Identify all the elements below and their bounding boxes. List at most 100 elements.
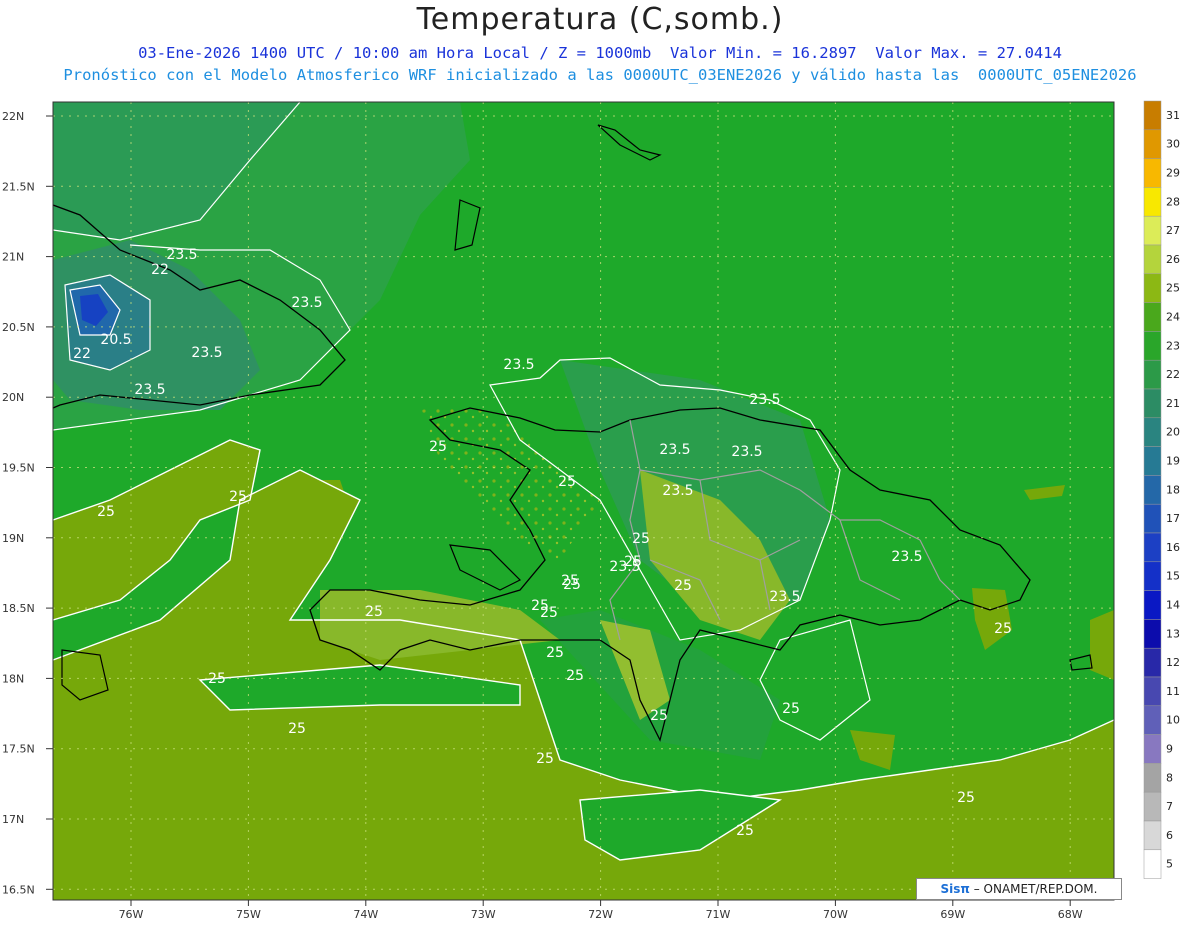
lon-label: 68W — [1058, 908, 1083, 921]
colorbar-swatch — [1143, 446, 1162, 476]
contour-label: 25 — [674, 578, 692, 594]
lat-label: 20N — [2, 391, 24, 404]
contour-label: 23.5 — [191, 345, 222, 361]
field-25c-patch-3 — [1090, 610, 1114, 680]
colorbar-swatch — [1143, 590, 1162, 620]
contour-label: 25 — [288, 721, 306, 737]
lat-label: 20.5N — [2, 321, 35, 334]
lon-label: 70W — [823, 908, 848, 921]
contour-label: 22 — [73, 346, 91, 362]
colorbar-swatch — [1143, 820, 1162, 851]
contour-label: 25 — [365, 604, 383, 620]
contour-label: 23.5 — [134, 382, 165, 398]
contour-label: 25 — [558, 474, 576, 490]
contour-label: 25 — [561, 573, 579, 589]
colorbar-swatch — [1143, 734, 1162, 764]
footer-brand: Sisπ — [940, 882, 970, 896]
contour-label: 23.5 — [891, 549, 922, 565]
temperature-map: 23.52223.520.522 23.523.523.523.525 23.5 23… — [2, 100, 1180, 921]
lat-label: 17N — [2, 813, 24, 826]
lat-label: 19.5N — [2, 462, 35, 475]
latitude-labels: 22N 21.5N 21N 20.5N 20N 19.5N 19N 18.5N 18N 17.5N… — [2, 110, 53, 896]
lon-label: 69W — [940, 908, 965, 921]
colorbar-label: 25 — [1166, 282, 1180, 295]
colorbar-swatch — [1143, 503, 1162, 534]
colorbar-label: 28 — [1166, 195, 1180, 208]
contour-label: 23.5 — [659, 442, 690, 458]
contour-label: 25 — [736, 823, 754, 839]
colorbar-swatch — [1143, 705, 1162, 735]
contour-label: 25 — [566, 668, 584, 684]
lat-label: 18.5N — [2, 602, 35, 615]
lat-label: 21.5N — [2, 180, 35, 193]
contour-label: 25 — [536, 751, 554, 767]
contour-label: 23.5 — [166, 247, 197, 263]
lon-label: 73W — [471, 908, 496, 921]
colorbar-label: 5 — [1166, 858, 1173, 871]
contour-label: 23.5 — [291, 295, 322, 311]
colorbar-label: 9 — [1166, 742, 1173, 755]
colorbar-swatch — [1143, 273, 1162, 303]
colorbar-label: 6 — [1166, 829, 1173, 842]
colorbar-label: 13 — [1166, 627, 1180, 640]
lon-label: 75W — [236, 908, 261, 921]
colorbar-swatch — [1143, 619, 1162, 649]
colorbar-swatch — [1143, 359, 1162, 390]
contour-label: 20.5 — [100, 332, 131, 348]
colorbar-swatch — [1143, 561, 1162, 591]
contour-label: 25 — [546, 645, 564, 661]
lat-label: 16.5N — [2, 883, 35, 896]
longitude-labels: 76W 75W 74W 73W 72W 71W 70W 69W 68W — [119, 900, 1083, 921]
contour-label: 25 — [957, 790, 975, 806]
colorbar-swatch — [1143, 187, 1162, 217]
colorbar-label: 10 — [1166, 714, 1180, 727]
colorbar-swatch — [1143, 215, 1162, 246]
colorbar-swatch — [1143, 763, 1162, 793]
colorbar-swatch — [1143, 331, 1162, 361]
lon-label: 76W — [119, 908, 144, 921]
colorbar-label: 27 — [1166, 224, 1180, 237]
lat-label: 22N — [2, 110, 24, 123]
contour-label: 25 — [782, 701, 800, 717]
colorbar-swatch — [1143, 302, 1162, 332]
colorbar-label: 14 — [1166, 598, 1180, 611]
contour-label: 23.5 — [731, 444, 762, 460]
colorbar-label: 12 — [1166, 656, 1180, 669]
contour-label: 23.5 — [662, 483, 693, 499]
lat-label: 18N — [2, 672, 24, 685]
contour-label: 25 — [994, 621, 1012, 637]
colorbar-swatch — [1143, 388, 1162, 419]
contour-label: 25 — [229, 489, 247, 505]
colorbar-swatch — [1143, 676, 1162, 707]
colorbar-label: 22 — [1166, 368, 1180, 381]
colorbar-label: 21 — [1166, 397, 1180, 410]
contour-label: 23.5 — [503, 357, 534, 373]
colorbar-swatch — [1143, 244, 1162, 275]
colorbar-swatch — [1143, 417, 1162, 447]
lat-label: 19N — [2, 532, 24, 545]
colorbar-label: 7 — [1166, 800, 1173, 813]
contour-label: 25 — [531, 598, 549, 614]
contour-label: 25 — [624, 554, 642, 570]
colorbar-label: 26 — [1166, 253, 1180, 266]
colorbar: 31 30 29 28 27 26 25 24 23 22 21 20 19 18 17 16 15 14 13 12… — [1143, 100, 1180, 879]
colorbar-label: 30 — [1166, 138, 1180, 151]
colorbar-label: 18 — [1166, 483, 1180, 496]
contour-label: 23.5 — [749, 392, 780, 408]
contour-label: 25 — [208, 671, 226, 687]
contour-label: 22 — [151, 262, 169, 278]
colorbar-swatch — [1143, 647, 1162, 678]
lat-label: 21N — [2, 251, 24, 264]
colorbar-label: 16 — [1166, 541, 1180, 554]
contour-label: 23.5 — [769, 589, 800, 605]
footer-credit: Sisπ – ONAMET/REP.DOM. — [916, 878, 1122, 900]
lon-label: 74W — [353, 908, 378, 921]
colorbar-label: 23 — [1166, 339, 1180, 352]
colorbar-swatch — [1143, 158, 1162, 188]
lat-label: 17.5N — [2, 743, 35, 756]
colorbar-swatch — [1143, 129, 1162, 159]
lon-label: 71W — [706, 908, 731, 921]
colorbar-label: 19 — [1166, 454, 1180, 467]
colorbar-swatch — [1143, 791, 1162, 822]
colorbar-label: 8 — [1166, 771, 1173, 784]
